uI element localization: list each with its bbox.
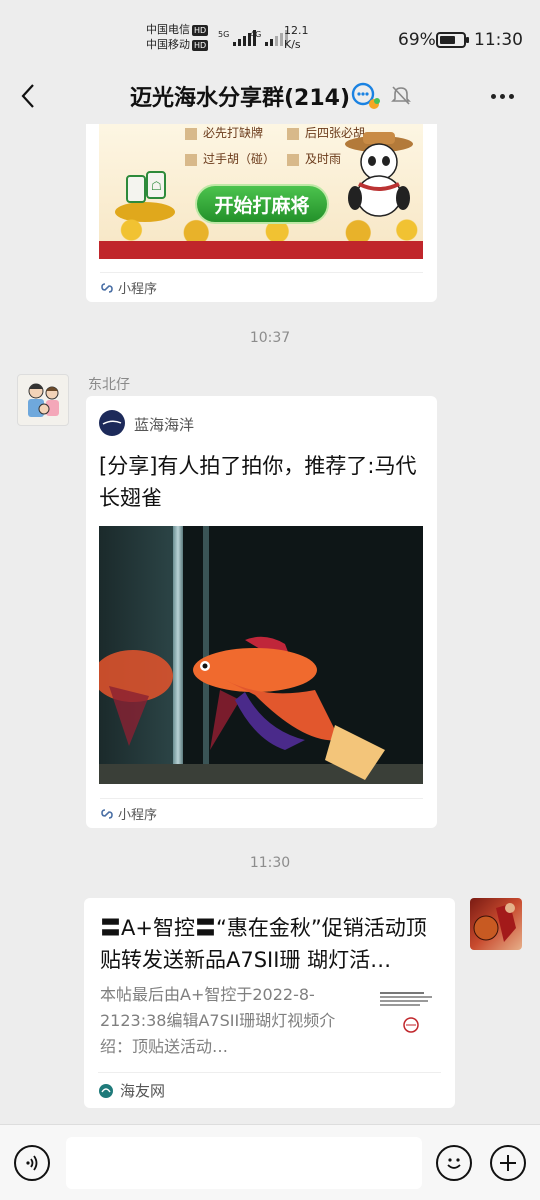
link-source: 海友网 [120,1082,166,1100]
mini-program-card[interactable]: 蓝海海洋 [分享]有人拍了拍你，推荐了:马代长翅雀 小程序 [86,396,437,828]
chat-title[interactable]: 迈光海水分享群(214) [130,80,350,112]
chat-header: 迈光海水分享群(214) [0,68,540,124]
carrier-1: 中国电信 [146,23,190,36]
signal-4g-icon: 4G [250,30,289,46]
message-input[interactable] [66,1137,422,1189]
input-bar [0,1124,540,1200]
mini-program-label: 小程序 [118,282,158,297]
battery-fill [440,36,455,44]
mini-program-card[interactable]: 必先打缺牌 后四张必胡 过手胡（碰） 及时雨 ☖ 开始打麻将 小程序 [86,124,437,302]
my-avatar[interactable] [470,898,522,950]
timestamp: 10:37 [249,330,291,346]
mini-program-footer: 小程序 [100,272,423,302]
source-logo-icon [99,410,125,436]
link-thumbnail [376,990,436,1046]
voice-icon [26,1155,38,1171]
link-title: 〓A+智控〓“惠在金秋”促销活动顶贴转发送新品A7SII珊 瑚灯活… [100,916,427,972]
add-more-button[interactable] [490,1145,526,1181]
source-name: 蓝海海洋 [134,416,195,434]
hd-badge: HD [192,25,209,36]
back-button[interactable] [10,78,46,114]
more-icon [490,93,496,99]
plus-icon [500,1155,516,1171]
basketball-player-avatar-icon [473,903,516,942]
mini-program-icon [101,282,113,293]
network-speed: 12.1 K/s [284,24,309,51]
link-footer: 海友网 [98,1072,441,1108]
emoji-icon [447,1158,461,1169]
mini-program-label: 小程序 [118,808,158,823]
start-game-button: 开始打麻将 [195,184,329,224]
clock: 11:30 [474,30,523,50]
fish-reflection-icon [99,650,173,746]
stamp-icon [403,1017,419,1033]
fish-photo [99,526,423,784]
site-logo-icon [99,1083,113,1098]
back-icon [21,84,34,108]
battery-percent: 69% [398,30,436,50]
family-cartoon-avatar-icon [28,383,59,417]
card-title: [分享]有人拍了拍你，推荐了:马代长翅雀 [99,454,417,510]
group-chat-icon [350,82,382,114]
fish-icon [193,636,385,780]
link-card[interactable]: 〓A+智控〓“惠在金秋”促销活动顶贴转发送新品A7SII珊 瑚灯活… 本帖最后由… [84,898,455,1108]
mute-bell-icon [390,84,412,110]
hd-badge: HD [192,40,209,51]
emoji-button[interactable] [436,1145,472,1181]
mini-program-footer: 小程序 [100,798,423,828]
timestamp: 11:30 [249,855,291,871]
sender-name: 东北仔 [88,377,130,393]
carrier-info: 中国电信 HD 中国移动 HD [146,22,209,52]
avatar[interactable] [17,374,69,426]
battery-icon [436,32,469,48]
svg-text:☖: ☖ [151,179,162,193]
link-description: 本帖最后由A+智控于2022-8-2123:38编辑A7SII珊瑚灯视频介绍：顶… [100,985,336,1056]
game-banner-image: 必先打缺牌 后四张必胡 过手胡（碰） 及时雨 ☖ 开始打麻将 [99,124,423,259]
status-bar: 中国电信 HD 中国移动 HD 5G 4G 12.1 K/s 69% 11:30 [0,0,540,68]
mini-program-icon [101,808,113,819]
voice-button[interactable] [14,1145,50,1181]
panda-mascot-icon [345,132,413,217]
more-button[interactable] [484,82,520,110]
carrier-2: 中国移动 [146,38,190,51]
